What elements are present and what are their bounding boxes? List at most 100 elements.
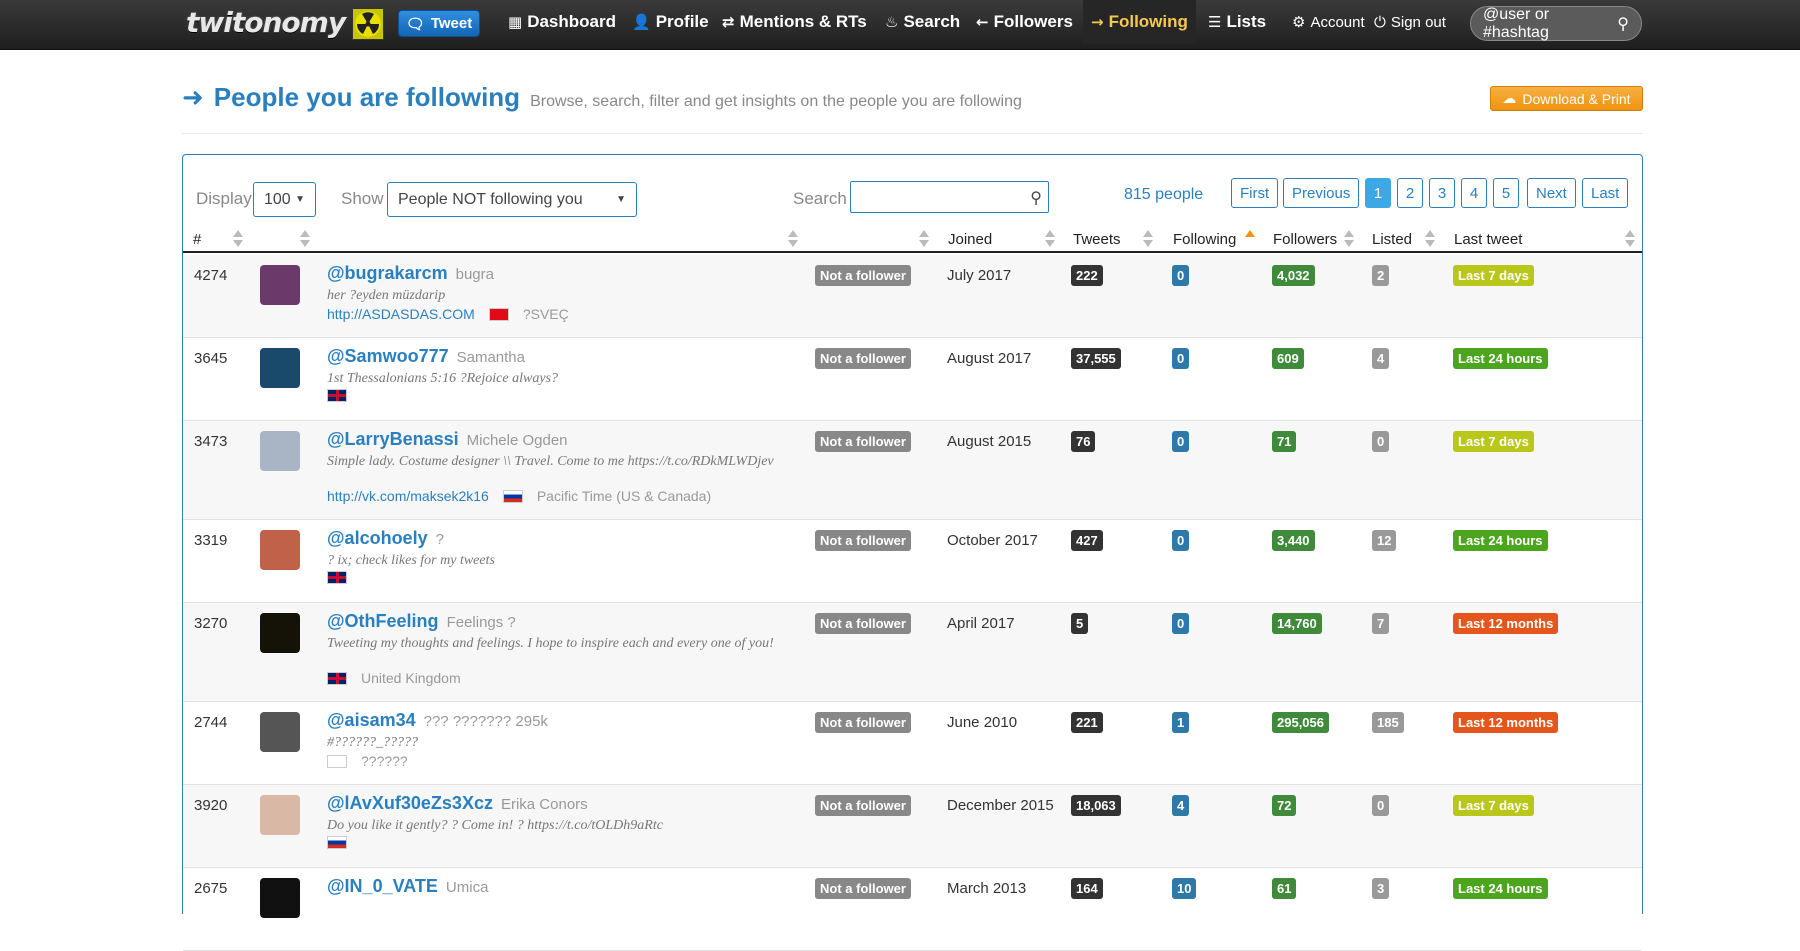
download-print-button[interactable]: ☁ Download & Print [1490,86,1643,111]
avatar[interactable] [260,530,300,570]
col-following[interactable]: Following [1173,231,1236,248]
table-row[interactable]: 2675 @IN_0_VATE Umica Not a follower Marc… [183,868,1642,951]
page-next-button[interactable]: Next [1527,178,1576,208]
follow-status-badge: Not a follower [815,795,911,816]
sort-icon[interactable] [1344,229,1354,249]
user-handle[interactable]: @bugrakarcm [327,263,448,283]
user-handle[interactable]: @lAvXuf30eZs3Xcz [327,793,493,813]
user-real-name: Michele Ogden [466,432,568,449]
user-meta: ?????? [327,753,408,769]
nav-followers[interactable]: ← Followers [968,0,1081,44]
page-2-button[interactable]: 2 [1397,178,1423,208]
col-joined[interactable]: Joined [948,231,992,248]
user-handle-link[interactable]: @IN_0_VATE Umica [327,876,488,897]
page-5-button[interactable]: 5 [1493,178,1519,208]
nav-account[interactable]: ⚙ Account [1284,0,1373,44]
user-bio: her ?eyden müzdarip [327,288,446,303]
table-row[interactable]: 3645 @Samwoo777 Samantha 1st Thessalonian… [183,338,1642,421]
show-filter-select[interactable]: People NOT following you ▼ [387,182,637,217]
table-row[interactable]: 3920 @lAvXuf30eZs3Xcz Erika Conors Do you… [183,785,1642,868]
sort-icon[interactable] [919,229,929,249]
col-followers[interactable]: Followers [1273,231,1337,248]
avatar[interactable] [260,613,300,653]
nav-lists[interactable]: ☰ Lists [1200,0,1274,44]
download-print-label: Download & Print [1522,90,1631,107]
user-handle-link[interactable]: @bugrakarcm bugra [327,263,494,284]
avatar[interactable] [260,712,300,752]
user-handle-link[interactable]: @lAvXuf30eZs3Xcz Erika Conors [327,793,588,814]
follow-status-badge: Not a follower [815,878,911,899]
table-search-input[interactable]: ⚲ [850,181,1049,213]
user-bio: Tweeting my thoughts and feelings. I hop… [327,636,774,651]
table-row[interactable]: 3319 @alcohoely? ? ix; check likes for m… [183,520,1642,603]
user-handle-link[interactable]: @LarryBenassi Michele Ogden [327,429,568,450]
top-search-placeholder: @user or #hashtag [1483,5,1550,41]
page-4-button[interactable]: 4 [1461,178,1487,208]
page-1-button[interactable]: 1 [1365,178,1391,208]
following-count-badge: 0 [1172,613,1190,634]
table-row[interactable]: 3270 @OthFeeling Feelings ? Tweeting my t… [183,603,1642,702]
sort-icon[interactable] [1045,229,1055,249]
tweet-button[interactable]: 🗨 Tweet [398,10,480,37]
user-handle-link[interactable]: @alcohoely? [327,528,444,549]
nav-search-label: Search [903,12,961,31]
joined-date: April 2017 [947,615,1015,632]
sort-asc-icon[interactable] [1245,229,1255,249]
row-number: 3473 [194,433,228,450]
avatar[interactable] [260,265,300,305]
sort-icon[interactable] [233,229,243,249]
tweets-count-badge: 221 [1071,712,1103,733]
page-first-button[interactable]: First [1231,178,1279,208]
col-number[interactable]: # [193,231,201,248]
avatar[interactable] [260,348,300,388]
nav-following[interactable]: → Following [1083,0,1196,44]
user-real-name: bugra [455,266,494,283]
row-number: 3319 [194,532,228,549]
nav-search[interactable]: ♨ Search [877,0,968,44]
user-handle[interactable]: @IN_0_VATE [327,876,438,896]
nav-signout[interactable]: ⏻ Sign out [1366,0,1454,44]
follow-status-badge: Not a follower [815,348,911,369]
col-last-tweet[interactable]: Last tweet [1454,231,1522,248]
nav-profile[interactable]: 👤 Profile [624,0,717,44]
user-handle[interactable]: @alcohoely [327,528,428,548]
row-number: 3920 [194,797,228,814]
page-previous-button[interactable]: Previous [1283,178,1360,208]
col-tweets[interactable]: Tweets [1073,231,1121,248]
country-flag-icon [488,307,509,321]
user-handle-link[interactable]: @Samwoo777 Samantha [327,346,525,367]
sort-icon[interactable] [1425,229,1435,249]
sort-icon[interactable] [1625,229,1635,249]
user-handle[interactable]: @LarryBenassi [327,429,459,449]
top-search-input[interactable]: @user or #hashtag ⚲ [1470,6,1642,41]
nav-mentions[interactable]: ⇄ Mentions & RTs [714,0,875,44]
sort-icon[interactable] [300,229,310,249]
page-3-button[interactable]: 3 [1429,178,1455,208]
user-url-link[interactable]: http://vk.com/maksek2k16 [327,488,489,504]
avatar[interactable] [260,431,300,471]
page-last-button[interactable]: Last [1582,178,1629,208]
tweets-count-badge: 222 [1071,265,1103,286]
avatar[interactable] [260,878,300,918]
joined-date: October 2017 [947,532,1038,549]
table-row[interactable]: 3473 @LarryBenassi Michele Ogden Simple l… [183,421,1642,520]
last-tweet-badge: Last 7 days [1453,795,1534,816]
nav-profile-label: Profile [655,12,709,31]
user-handle-link[interactable]: @OthFeeling Feelings ? [327,611,516,632]
table-row[interactable]: 4274 @bugrakarcm bugra her ?eyden müzdari… [183,255,1642,338]
sort-icon[interactable] [788,229,798,249]
avatar[interactable] [260,795,300,835]
table-row[interactable]: 2744 @aisam34 ??? ??????? 295k #??????_??… [183,702,1642,785]
user-handle[interactable]: @aisam34 [327,710,416,730]
display-select[interactable]: 100 ▼ [253,182,316,217]
user-handle-link[interactable]: @aisam34 ??? ??????? 295k [327,710,548,731]
col-listed[interactable]: Listed [1372,231,1412,248]
divider [182,133,1643,134]
twitonomy-logo[interactable]: twitonomy [186,6,346,39]
user-handle[interactable]: @Samwoo777 [327,346,449,366]
sort-icon[interactable] [1143,229,1153,249]
nav-dashboard[interactable]: ▦ Dashboard [500,0,624,44]
user-url-link[interactable]: http://ASDASDAS.COM [327,306,475,322]
user-handle[interactable]: @OthFeeling [327,611,439,631]
radioactive-icon[interactable] [352,8,384,40]
